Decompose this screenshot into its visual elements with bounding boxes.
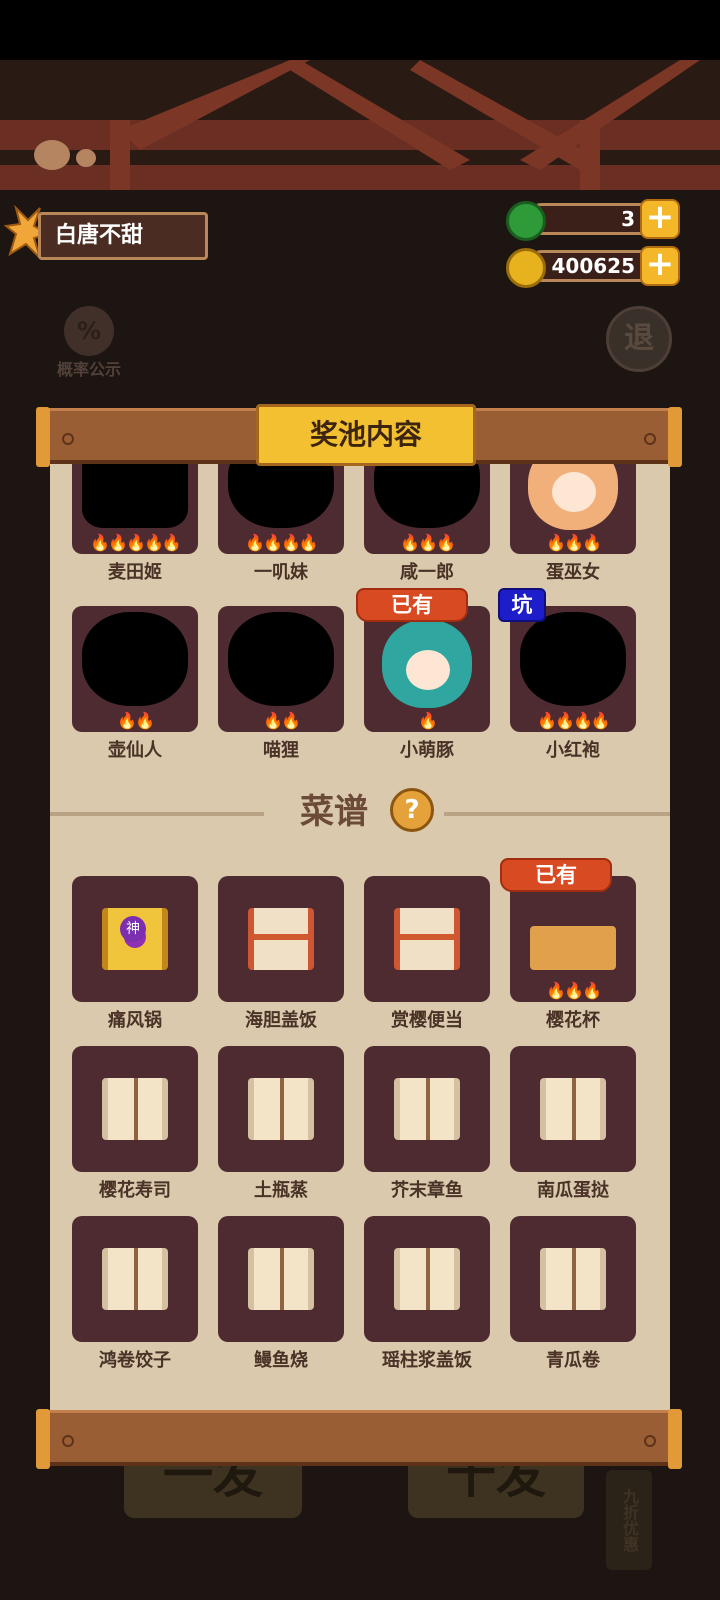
recipe-scroll-icon <box>248 1078 314 1140</box>
owned-badge: 已有 <box>356 588 468 622</box>
recipe-scroll-icon <box>394 1078 460 1140</box>
recipe-scroll-icon <box>102 1248 168 1310</box>
recipe-card[interactable] <box>510 1046 636 1172</box>
character-name: 咸一郎 <box>400 562 454 583</box>
recipe-scroll-icon <box>102 1078 168 1140</box>
recipe-scroll-icon <box>540 1248 606 1310</box>
jade-icon <box>506 201 546 241</box>
jade-currency: 3 + <box>506 199 680 241</box>
discount-tag: 九折优惠 <box>606 1470 652 1570</box>
character-card[interactable]: 🔥 <box>364 606 490 732</box>
character-portrait <box>528 462 618 530</box>
coin-icon <box>506 248 546 288</box>
rarity-flames: 🔥🔥 <box>263 711 301 730</box>
recipe-name: 芥末章鱼 <box>391 1180 463 1201</box>
character-name: 小红袍 <box>546 740 600 761</box>
character-name: 壶仙人 <box>108 740 162 761</box>
recipes-title: 菜谱 <box>300 792 368 832</box>
rarity-flames: 🔥🔥🔥🔥🔥 <box>90 533 182 552</box>
divine-badge: 神 <box>120 916 146 942</box>
character-card[interactable]: 🔥🔥🔥🔥 <box>510 606 636 732</box>
panel-title: 奖池内容 <box>256 404 476 466</box>
character-portrait <box>382 620 472 708</box>
recipe-name: 鳗鱼烧 <box>254 1350 308 1371</box>
recipe-name: 鸿卷饺子 <box>99 1350 171 1371</box>
status-bar <box>0 0 720 60</box>
character-card[interactable]: 🔥🔥🔥🔥 <box>218 462 344 554</box>
recipe-card[interactable] <box>364 876 490 1002</box>
recipe-card[interactable] <box>510 1216 636 1342</box>
character-card[interactable]: 🔥🔥 <box>72 606 198 732</box>
recipe-card[interactable] <box>218 1046 344 1172</box>
exit-button[interactable]: 退 <box>606 306 672 372</box>
rarity-flames: 🔥🔥🔥 <box>546 533 602 552</box>
recipe-name: 樱花寿司 <box>99 1180 171 1201</box>
recipe-scroll-icon <box>540 1078 606 1140</box>
character-card[interactable]: 🔥🔥🔥🔥🔥 <box>72 462 198 554</box>
roof-beams <box>0 60 720 190</box>
recipe-scroll-icon <box>394 908 460 970</box>
add-jade-button[interactable]: + <box>640 199 680 239</box>
character-face <box>406 650 450 690</box>
recipe-scroll-icon <box>248 1248 314 1310</box>
rarity-flames: 🔥🔥🔥 <box>400 533 456 552</box>
recipe-card[interactable]: 🔥🔥🔥 <box>510 876 636 1002</box>
recipe-name: 瑶柱浆盖饭 <box>382 1350 472 1371</box>
recipe-scroll-icon <box>248 908 314 970</box>
coin-currency: 400625 + <box>506 246 680 288</box>
character-name: 蛋巫女 <box>546 562 600 583</box>
character-name: 麦田姬 <box>108 562 162 583</box>
recipe-card[interactable] <box>364 1046 490 1172</box>
probability-button[interactable]: % 概率公示 <box>46 306 132 379</box>
recipe-name: 赏樱便当 <box>391 1010 463 1031</box>
character-card[interactable]: 🔥🔥🔥 <box>510 462 636 554</box>
character-silhouette <box>82 462 188 528</box>
character-card[interactable]: 🔥🔥 <box>218 606 344 732</box>
recipe-card[interactable] <box>218 1216 344 1342</box>
character-silhouette <box>228 612 334 706</box>
probability-label: 概率公示 <box>56 360 121 379</box>
rarity-flames: 🔥 <box>418 711 438 730</box>
rarity-flames: 🔥🔥🔥🔥 <box>245 533 319 552</box>
scroll-rod-bottom[interactable] <box>36 1409 682 1469</box>
character-silhouette <box>82 612 188 706</box>
recipe-name: 南瓜蛋挞 <box>537 1180 609 1201</box>
percent-gear-icon: % <box>64 306 114 356</box>
divider-right <box>444 812 670 816</box>
recipe-card[interactable] <box>72 1216 198 1342</box>
recipe-name: 樱花杯 <box>546 1010 600 1031</box>
recipe-card[interactable] <box>364 1216 490 1342</box>
divider-left <box>50 812 264 816</box>
owned-badge: 已有 <box>500 858 612 892</box>
recipe-name: 青瓜卷 <box>546 1350 600 1371</box>
character-silhouette <box>520 612 626 706</box>
character-name: 一叽妹 <box>254 562 308 583</box>
sakura-cup-dish <box>530 926 616 970</box>
character-name: 小萌豚 <box>400 740 454 761</box>
recipe-name: 土瓶蒸 <box>254 1180 308 1201</box>
recipe-name: 痛风锅 <box>108 1010 162 1031</box>
character-silhouette <box>228 462 334 528</box>
recipe-card[interactable] <box>72 1046 198 1172</box>
character-silhouette <box>374 462 480 528</box>
character-face <box>552 472 596 512</box>
pit-badge: 坑 <box>498 588 546 622</box>
character-card[interactable]: 🔥🔥🔥 <box>364 462 490 554</box>
help-icon[interactable]: ? <box>390 788 434 832</box>
recipe-scroll-icon <box>394 1248 460 1310</box>
game-scene: 白唐不甜 3 + 400625 + % 概率公示 退 一发 十发 九折优惠 🔥🔥… <box>0 0 720 1600</box>
recipe-name: 海胆盖饭 <box>245 1010 317 1031</box>
prize-pool-scroll[interactable]: 🔥🔥🔥🔥🔥 麦田姬 🔥🔥🔥🔥 一叽妹 🔥🔥🔥 咸一郎 🔥🔥🔥 蛋巫女 🔥🔥 壶仙人 🔥🔥 喵狸 🔥 小萌豚… <box>50 462 670 1412</box>
recipe-card[interactable]: 神 <box>72 876 198 1002</box>
add-coin-button[interactable]: + <box>640 246 680 286</box>
character-name: 喵狸 <box>263 740 299 761</box>
rarity-flames: 🔥🔥 <box>117 711 155 730</box>
rarity-flames: 🔥🔥🔥 <box>546 981 602 1000</box>
recipe-card[interactable] <box>218 876 344 1002</box>
rarity-flames: 🔥🔥🔥🔥 <box>537 711 611 730</box>
username-label[interactable]: 白唐不甜 <box>38 212 208 260</box>
